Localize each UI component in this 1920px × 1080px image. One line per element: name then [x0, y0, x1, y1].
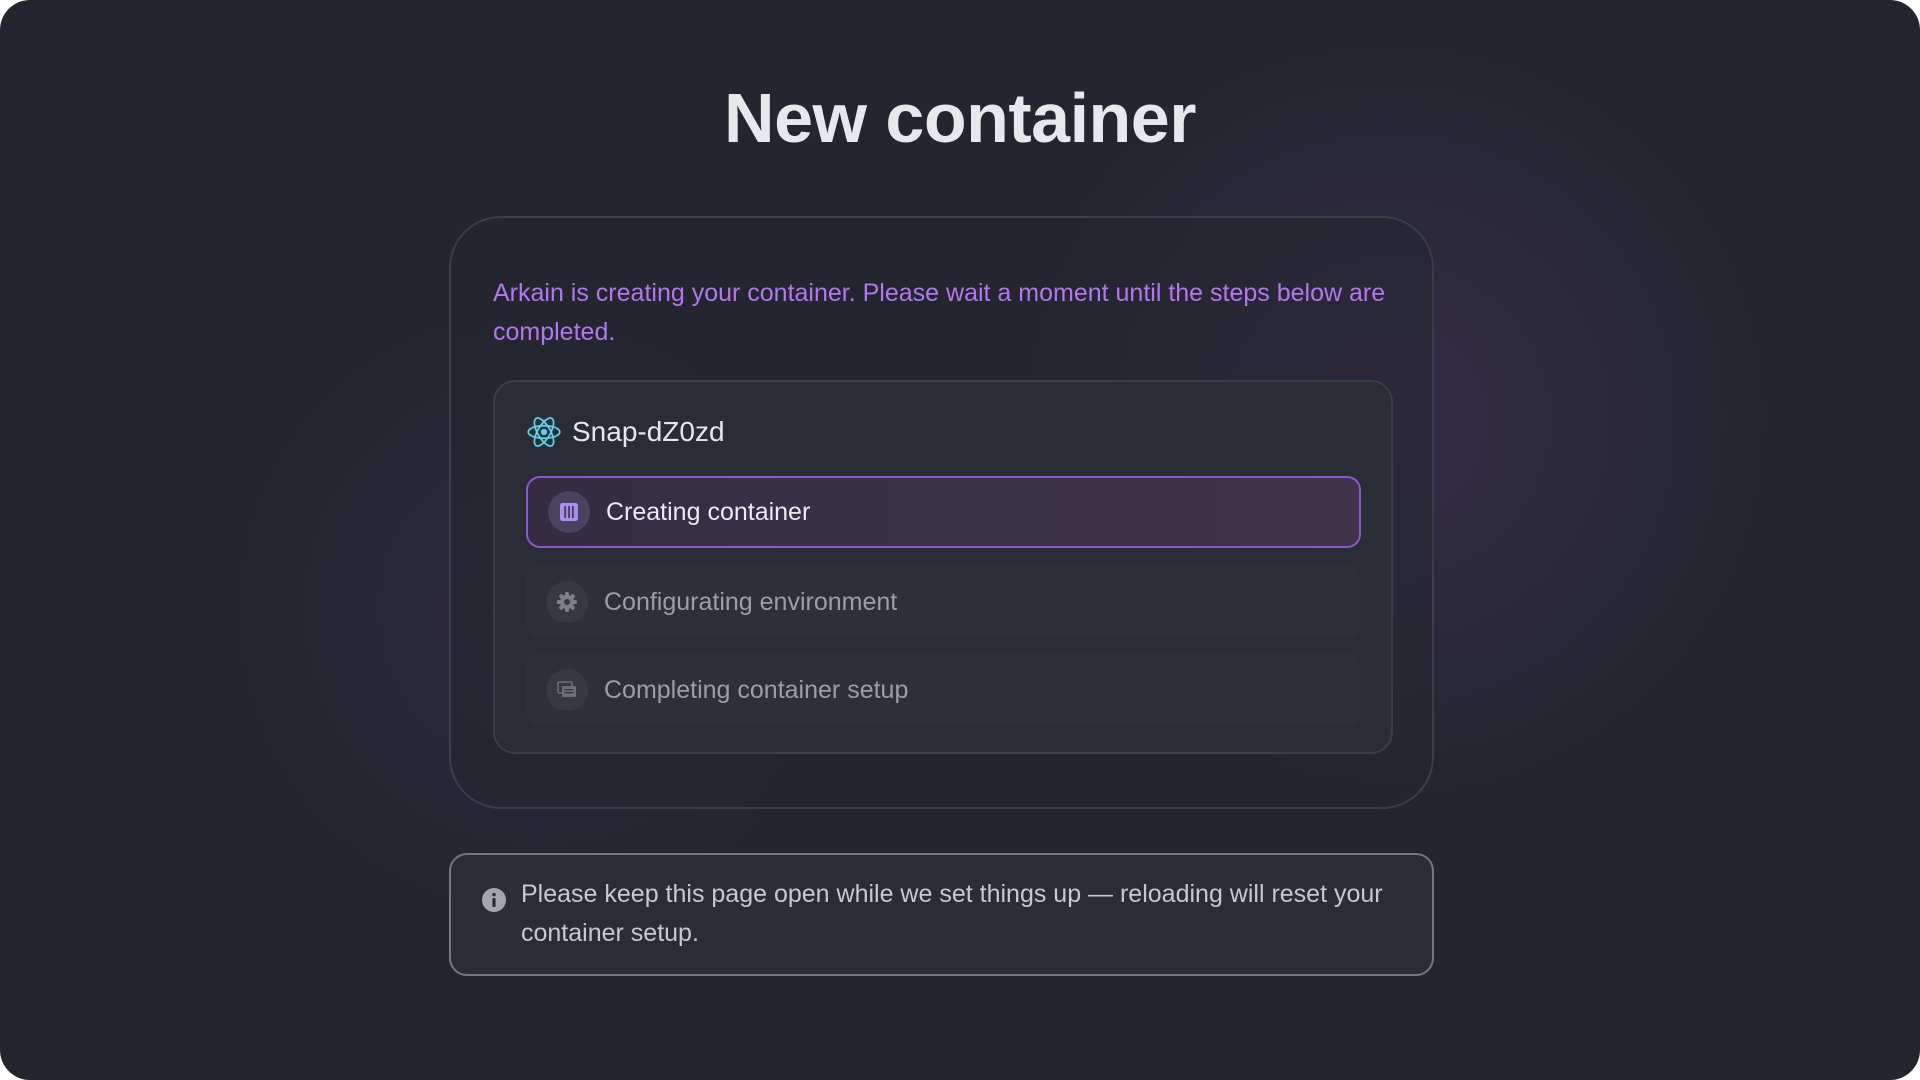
step-configurating-environment: Configurating environment: [526, 566, 1361, 638]
info-icon: [482, 888, 506, 912]
info-notice-text: Please keep this page open while we set …: [521, 880, 1383, 947]
intro-message: Arkain is creating your container. Pleas…: [493, 279, 1386, 346]
step-completing-setup: Completing container setup: [526, 654, 1361, 726]
project-header: Snap-dZ0zd: [526, 412, 725, 452]
step-label: Creating container: [606, 497, 811, 526]
page-title: New container: [724, 79, 1196, 157]
step-creating-container: Creating container: [526, 476, 1361, 548]
gear-icon: [546, 581, 588, 623]
project-name: Snap-dZ0zd: [572, 416, 725, 447]
step-label: Configurating environment: [604, 587, 898, 616]
app-window: New container Arkain is creating your co…: [0, 0, 1920, 1080]
step-label: Completing container setup: [604, 675, 909, 704]
project-panel: Snap-dZ0zd Creating container Configurat…: [493, 380, 1393, 754]
react-icon: [527, 417, 561, 447]
setup-icon: [546, 669, 588, 711]
progress-card: Arkain is creating your container. Pleas…: [449, 216, 1434, 809]
container-icon: [548, 491, 590, 533]
info-notice: Please keep this page open while we set …: [449, 853, 1434, 976]
